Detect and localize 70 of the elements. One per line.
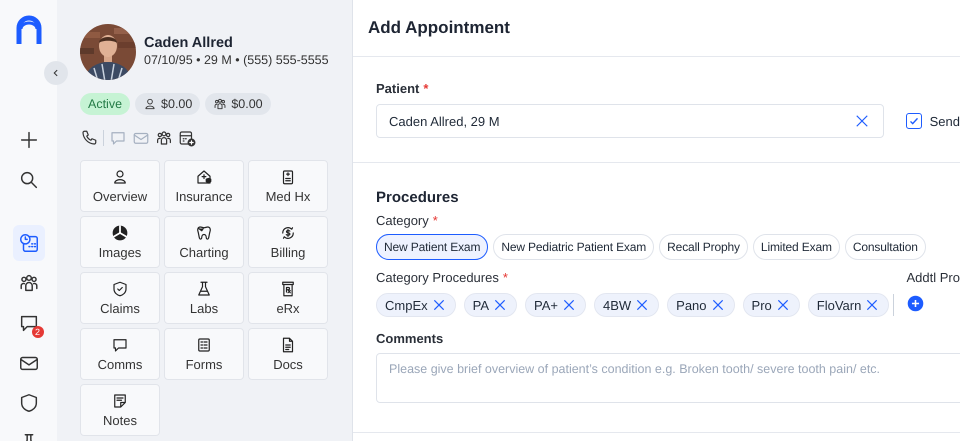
nav-tile[interactable]: Images xyxy=(80,216,160,268)
action-button[interactable] xyxy=(155,129,173,147)
tag-label: Pro xyxy=(752,298,772,312)
nav-tile[interactable]: Overview xyxy=(80,160,160,212)
section-title: Procedures xyxy=(376,189,460,206)
rail-button[interactable]: 2 xyxy=(12,305,44,341)
required-mark: * xyxy=(502,270,508,285)
category-chip[interactable]: Consultation xyxy=(844,234,926,260)
note-icon xyxy=(111,392,129,410)
chat-icon xyxy=(111,336,129,354)
form-icon xyxy=(195,336,213,354)
tag-label: PA+ xyxy=(534,298,558,312)
phone-icon xyxy=(80,129,98,147)
nav-tile[interactable]: Claims xyxy=(80,272,160,324)
comments-field[interactable]: Please give brief overview of patient’s condition e.g. Broken tooth/ severe tooth pain/ etc. xyxy=(376,353,960,403)
patient-name: Caden Allred xyxy=(144,35,234,51)
checkbox[interactable] xyxy=(906,113,922,129)
field-label: Category Procedures xyxy=(376,270,499,285)
field-label: Addtl Pro xyxy=(906,270,960,285)
nav-tile[interactable]: eRx xyxy=(248,272,328,324)
nav-tile[interactable]: Notes xyxy=(80,384,160,436)
add-icon[interactable] xyxy=(906,295,924,312)
page-title: Add Appointment xyxy=(368,18,510,38)
patient-details: 07/10/95 • 29 M • (555) 555-5555 xyxy=(144,53,329,67)
calendar-plus-icon xyxy=(178,129,196,147)
radiation-icon xyxy=(111,224,129,242)
action-button[interactable] xyxy=(178,129,196,147)
people-icon xyxy=(18,272,40,294)
person-icon xyxy=(111,168,129,186)
nav-tile[interactable]: Docs xyxy=(248,328,328,380)
balance-amount: $0.00 xyxy=(161,97,192,111)
field-label: Comments xyxy=(376,331,444,346)
tag-label: Pano xyxy=(676,298,707,312)
tag-label: PA xyxy=(472,298,490,312)
dollar-cycle-icon xyxy=(279,224,297,242)
nav-tile[interactable]: Med Hx xyxy=(248,160,328,212)
nav-tile[interactable]: Charting xyxy=(164,216,244,268)
nav-tile[interactable]: Forms xyxy=(164,328,244,380)
category-chip[interactable]: Recall Prophy xyxy=(659,234,748,260)
count-badge: 2 xyxy=(32,326,44,338)
checkbox-label: Send xyxy=(930,114,960,128)
category-chip[interactable]: New Patient Exam xyxy=(376,234,488,260)
tooth-icon xyxy=(195,224,213,242)
balance-amount: $0.00 xyxy=(231,97,263,111)
required-mark: * xyxy=(423,81,428,96)
chat-icon xyxy=(109,129,127,147)
nav-tile[interactable]: Insurance xyxy=(164,160,244,212)
action-button[interactable] xyxy=(80,129,98,147)
rx-bottle-icon xyxy=(279,280,297,298)
category-chip[interactable]: New Pediatric Patient Exam xyxy=(493,234,654,260)
tag-label: CmpEx xyxy=(385,298,428,312)
shield-check-icon xyxy=(111,280,129,298)
logo[interactable] xyxy=(14,14,42,44)
tag-label: 4BW xyxy=(602,298,632,312)
people-icon xyxy=(213,97,228,111)
person-icon xyxy=(143,97,158,111)
patient-field[interactable]: Caden Allred, 29 M xyxy=(376,104,884,138)
field-label: Patient xyxy=(376,81,420,96)
field-label: Category xyxy=(376,213,429,228)
nav-tile[interactable]: Comms xyxy=(80,328,160,380)
calendar-clock-icon xyxy=(18,232,40,254)
status-badge: Active xyxy=(80,93,130,115)
house-plus-icon xyxy=(195,168,213,186)
nav-tile[interactable]: Labs xyxy=(164,272,244,324)
nav-tile[interactable]: Billing xyxy=(248,216,328,268)
people-icon xyxy=(155,129,173,147)
category-chip[interactable]: Limited Exam xyxy=(752,234,840,260)
tag-label: FloVarn xyxy=(816,298,862,312)
required-mark: * xyxy=(432,213,438,228)
flask-icon xyxy=(195,280,213,298)
